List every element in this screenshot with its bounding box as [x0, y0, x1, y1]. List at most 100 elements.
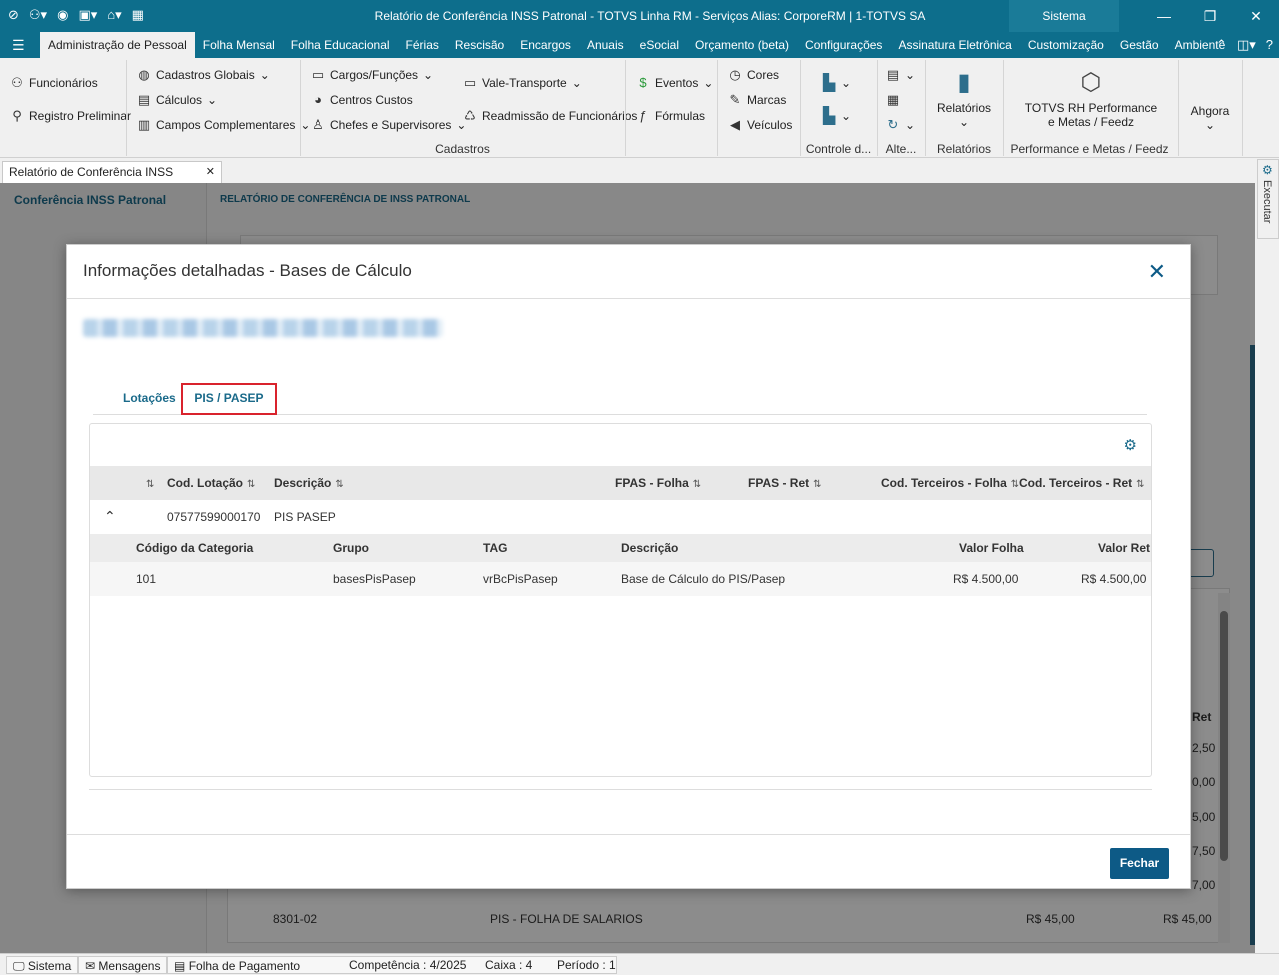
app-logo-icon[interactable]: ⊘	[8, 7, 19, 23]
tab-assinatura-eletronica[interactable]: Assinatura Eletrônica	[890, 32, 1019, 58]
relatorios-button[interactable]: ▮ Relatórios ⌄	[930, 68, 998, 129]
registro-preliminar-button[interactable]: ⚲ Registro Preliminar	[10, 108, 131, 124]
readmissao-button[interactable]: ♺ Readmissão de Funcionários	[463, 108, 637, 124]
status-sistema-button[interactable]: 🖵 Sistema	[6, 956, 79, 974]
tab-encargos[interactable]: Encargos	[512, 32, 579, 58]
view-icon[interactable]: ◉	[57, 7, 68, 23]
alte-button-3[interactable]: ↻ ⌄	[886, 117, 916, 133]
cell-codigo-categoria: 101	[136, 572, 157, 586]
window-icon[interactable]: ▣▾	[78, 7, 97, 23]
col-cod-terceiros-ret[interactable]: Cod. Terceiros - Ret ⇅	[1019, 476, 1145, 490]
ribbon: ⚇ Funcionários ⚲ Registro Preliminar ◍ C…	[0, 58, 1279, 158]
col-descricao[interactable]: Descrição ⇅	[274, 476, 344, 490]
alte-button-2[interactable]: ▦	[886, 92, 900, 108]
status-competencia: Competência : 4/2025	[349, 958, 467, 972]
window-title: Relatório de Conferência INSS Patronal -…	[374, 9, 926, 23]
doc-tab-relatorio[interactable]: Relatório de Conferência INSS Patronal ✕	[2, 161, 222, 199]
sistema-button[interactable]: Sistema	[1009, 0, 1119, 32]
document-icon: ▙	[822, 75, 836, 92]
group-label-controle: Controle d...	[805, 142, 872, 156]
calculos-button[interactable]: ▤ Cálculos ⌄	[137, 92, 217, 108]
close-window-icon[interactable]: ✕	[1233, 0, 1279, 32]
org-chart-icon[interactable]: ⚇▾	[29, 7, 47, 23]
table-row[interactable]: ⌃ 07577599000170 PIS PASEP	[90, 500, 1151, 534]
eventos-button[interactable]: $ Eventos ⌄	[636, 75, 713, 90]
group-label-alte: Alte...	[885, 142, 917, 156]
col-cod-terceiros-folha[interactable]: Cod. Terceiros - Folha ⇅	[881, 476, 1019, 490]
cadastros-globais-button[interactable]: ◍ Cadastros Globais ⌄	[137, 67, 269, 83]
modal-header: Informações detalhadas - Bases de Cálcul…	[67, 245, 1190, 299]
tab-pis-pasep[interactable]: PIS / PASEP	[181, 383, 277, 415]
people-icon: ⚇	[11, 75, 23, 90]
controle-button-1[interactable]: ▙ ⌄	[822, 73, 851, 93]
table-row[interactable]: 101 basesPisPasep vrBcPisPasep Base de C…	[90, 562, 1151, 596]
tab-administracao-pessoal[interactable]: Administração de Pessoal	[40, 32, 195, 58]
col-fpas-folha[interactable]: FPAS - Folha ⇅	[615, 476, 701, 490]
restore-icon[interactable]: ❐	[1187, 0, 1233, 32]
collapse-ribbon-icon[interactable]: ⌃	[1216, 37, 1227, 53]
fechar-button[interactable]: Fechar	[1110, 848, 1169, 879]
tab-lotacoes[interactable]: Lotações	[123, 391, 176, 405]
redacted-company-info	[83, 319, 443, 337]
home-icon[interactable]: ⌂▾	[107, 7, 121, 23]
tab-folha-mensal[interactable]: Folha Mensal	[195, 32, 283, 58]
tab-folha-educacional[interactable]: Folha Educacional	[283, 32, 398, 58]
card-icon: ▭	[463, 75, 477, 90]
title-bar: ⊘ ⚇▾ ◉ ▣▾ ⌂▾ ▦ Relatório de Conferência …	[0, 0, 1279, 32]
funcionarios-button[interactable]: ⚇ Funcionários	[10, 75, 98, 91]
alte-button-1[interactable]: ▤ ⌄	[886, 67, 915, 83]
sort-icon: ⇅	[247, 479, 256, 490]
group-label-cadastros: Cadastros	[435, 142, 490, 156]
ribbon-separator	[717, 60, 718, 156]
pis-grid: ⚙ ⇅ Cod. Lotação ⇅ Descrição ⇅ FPAS - Folh…	[89, 423, 1152, 777]
cargos-funcoes-button[interactable]: ▭ Cargos/Funções ⌄	[311, 67, 433, 83]
chevron-up-icon[interactable]: ⌃	[104, 508, 116, 525]
cell-descricao: PIS PASEP	[274, 510, 336, 524]
close-icon[interactable]: ✕	[1148, 259, 1166, 285]
cell-valor-ret: R$ 4.500,00	[1081, 572, 1147, 586]
close-tab-icon[interactable]: ✕	[206, 162, 215, 182]
formulas-button[interactable]: ƒ Fórmulas	[636, 108, 705, 123]
campos-complementares-button[interactable]: ▥ Campos Complementares ⌄	[137, 117, 311, 133]
tab-customizacao[interactable]: Customização	[1020, 32, 1112, 58]
tab-ferias[interactable]: Férias	[398, 32, 447, 58]
minimize-icon[interactable]: —	[1141, 0, 1187, 32]
marcas-button[interactable]: ✎ Marcas	[728, 92, 787, 108]
sort-icon: ⇅	[335, 479, 344, 490]
tab-gestao[interactable]: Gestão	[1112, 32, 1167, 58]
details-modal: Informações detalhadas - Bases de Cálcul…	[66, 244, 1191, 889]
totvs-rh-performance-button[interactable]: ⬡ TOTVS RH Performance e Metas / Feedz	[1010, 68, 1172, 129]
monitor-icon: 🖵	[13, 959, 25, 973]
col-fpas-ret[interactable]: FPAS - Ret ⇅	[748, 476, 822, 490]
gear-icon[interactable]: ⚙	[1124, 436, 1137, 454]
veiculos-button[interactable]: ◀ Veículos	[728, 117, 792, 133]
controle-button-2[interactable]: ▙ ⌄	[822, 106, 851, 126]
gear-icon: ⚙	[1262, 163, 1273, 177]
grid-icon[interactable]: ▦	[132, 7, 144, 23]
ribbon-separator	[625, 60, 626, 156]
quick-access-toolbar: ⊘ ⚇▾ ◉ ▣▾ ⌂▾ ▦	[8, 7, 144, 23]
cores-button[interactable]: ◷ Cores	[728, 67, 779, 83]
expand-sort-icon[interactable]: ⇅	[142, 476, 154, 490]
ribbon-separator	[1178, 60, 1179, 156]
tab-esocial[interactable]: eSocial	[632, 32, 687, 58]
col-cod-lotacao[interactable]: Cod. Lotação ⇅	[167, 476, 255, 490]
ahgora-button[interactable]: Ahgora ⌄	[1182, 104, 1238, 132]
help-icon[interactable]: ?	[1266, 37, 1273, 53]
cell-cod-lotacao: 07577599000170	[167, 510, 261, 524]
chefes-supervisores-button[interactable]: ♙ Chefes e Supervisores ⌄	[311, 117, 466, 133]
app-menu-icon[interactable]: ☰	[12, 37, 25, 54]
tab-anuais[interactable]: Anuais	[579, 32, 632, 58]
calculator-icon: ▤	[137, 92, 151, 107]
tab-orcamento[interactable]: Orçamento (beta)	[687, 32, 797, 58]
executar-panel[interactable]: ⚙ Executar	[1257, 159, 1279, 239]
group-label-performance: Performance e Metas / Feedz	[1010, 142, 1169, 156]
centros-custos-button[interactable]: ◕ Centros Custos	[311, 92, 413, 107]
tab-rescisao[interactable]: Rescisão	[447, 32, 512, 58]
tab-configuracoes[interactable]: Configurações	[797, 32, 890, 58]
status-mensagens-button[interactable]: ✉ Mensagens	[78, 956, 168, 974]
vale-transporte-button[interactable]: ▭ Vale-Transporte ⌄	[463, 75, 582, 91]
status-bar: 🖵 Sistema ✉ Mensagens ▤ Folha de Pagamen…	[0, 953, 1279, 975]
layout-icon[interactable]: ◫▾	[1237, 37, 1256, 53]
menu-bar: ☰ Administração de Pessoal Folha Mensal …	[0, 32, 1279, 58]
